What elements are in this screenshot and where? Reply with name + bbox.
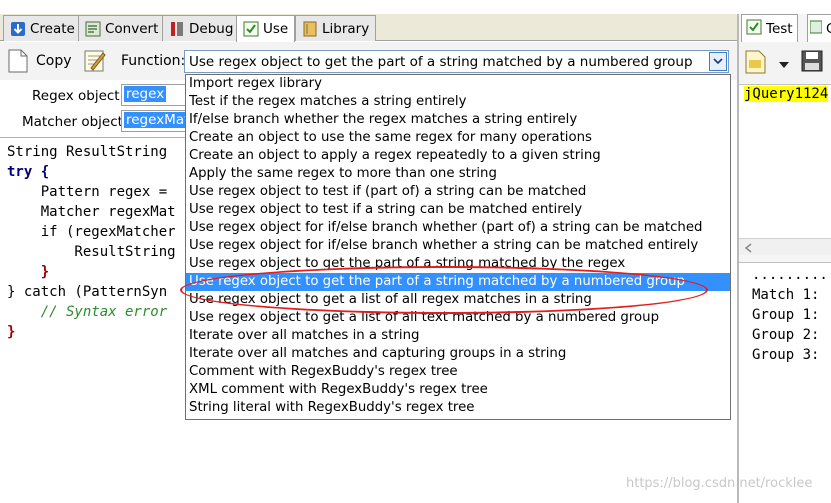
results-area: .......... Match 1: Group 1: Group 2: Gr…: [739, 262, 831, 503]
group-1-label: Group 1:: [752, 307, 820, 323]
group-3-label: Group 3:: [752, 347, 820, 363]
function-dropdown-list: Import regex library Test if the regex m…: [185, 74, 731, 420]
use-icon: [243, 21, 259, 37]
dropdown-option[interactable]: Iterate over all matches in a string: [186, 327, 730, 345]
tab-grep[interactable]: G: [807, 14, 831, 42]
function-label: Function:: [121, 53, 186, 69]
code-line: if (regexMatcher: [7, 224, 176, 240]
dropdown-option[interactable]: Use regex object to get the part of a st…: [186, 255, 730, 273]
dropdown-option[interactable]: Use regex object to test if (part of) a …: [186, 183, 730, 201]
regex-object-value: regex: [124, 86, 167, 102]
code-line: } catch (PatternSyn: [7, 284, 168, 300]
dropdown-option-selected[interactable]: Use regex object to get the part of a st…: [186, 273, 730, 291]
dropdown-option[interactable]: XML comment with RegexBuddy's regex tree: [186, 381, 730, 399]
match-1-label: Match 1:: [752, 287, 820, 303]
convert-icon: [85, 21, 101, 37]
code-line: String ResultString: [7, 144, 168, 160]
matcher-object-label: Matcher object: [22, 114, 123, 130]
save-icon[interactable]: [801, 50, 823, 76]
regex-object-field[interactable]: regex: [121, 84, 187, 106]
code-line: }: [7, 264, 50, 280]
horizontal-scrollbar[interactable]: [739, 238, 831, 255]
dropdown-option[interactable]: Create an object to apply a regex repeat…: [186, 147, 730, 165]
matcher-object-value: regexMat: [124, 112, 186, 128]
test-subject-area[interactable]: jQuery1124: [739, 84, 831, 238]
results-dots: ..........: [752, 267, 831, 283]
open-file-icon[interactable]: [745, 50, 767, 78]
dropdown-option[interactable]: Comment with RegexBuddy's regex tree: [186, 363, 730, 381]
matcher-object-field[interactable]: regexMat: [121, 110, 187, 132]
debug-icon: [169, 21, 185, 37]
copy-button[interactable]: Copy: [36, 53, 72, 69]
tab-debug[interactable]: Debug: [162, 15, 241, 41]
grep-icon: [809, 20, 823, 38]
test-subject-text: jQuery1124: [744, 86, 829, 102]
chevron-down-icon[interactable]: [779, 58, 789, 73]
tab-strip: Create Convert Debug Use Library: [0, 14, 737, 42]
tab-library[interactable]: Library: [295, 15, 377, 41]
tab-create[interactable]: Create: [3, 15, 82, 41]
code-line: Pattern regex =: [7, 184, 168, 200]
library-icon: [302, 21, 318, 37]
function-select[interactable]: Use regex object to get the part of a st…: [184, 50, 729, 73]
create-icon: [10, 21, 26, 37]
dropdown-option[interactable]: Use regex object for if/else branch whet…: [186, 219, 730, 237]
tab-test[interactable]: Test: [741, 14, 798, 42]
dropdown-option[interactable]: Apply the same regex to more than one st…: [186, 165, 730, 183]
code-line: Matcher regexMat: [7, 204, 176, 220]
group-2-label: Group 2:: [752, 327, 820, 343]
dropdown-option[interactable]: Use regex object for if/else branch whet…: [186, 237, 730, 255]
notepad-icon[interactable]: [83, 49, 107, 77]
tab-use[interactable]: Use: [236, 15, 296, 42]
dropdown-option[interactable]: Create an object to use the same regex f…: [186, 129, 730, 147]
function-select-value: Use regex object to get the part of a st…: [189, 53, 693, 70]
right-panel: Test G jQuery1124 .......... Match 1: Gr…: [737, 14, 831, 503]
scroll-left-icon[interactable]: [744, 242, 752, 257]
dropdown-option[interactable]: Test if the regex matches a string entir…: [186, 93, 730, 111]
copy-icon[interactable]: [8, 49, 28, 77]
tab-convert[interactable]: Convert: [78, 15, 166, 41]
dropdown-option[interactable]: Import regex library: [186, 75, 730, 93]
dropdown-option[interactable]: Use regex object to get a list of all te…: [186, 309, 730, 327]
dropdown-option[interactable]: String literal with RegexBuddy's regex t…: [186, 399, 730, 417]
watermark: https://blog.csdn.net/rocklee: [626, 476, 813, 491]
dropdown-option[interactable]: Iterate over all matches and capturing g…: [186, 345, 730, 363]
dropdown-option[interactable]: If/else branch whether the regex matches…: [186, 111, 730, 129]
code-line: ResultString: [7, 244, 176, 260]
code-line: // Syntax error: [7, 304, 168, 320]
test-icon: [746, 19, 762, 39]
dropdown-option[interactable]: Use regex object to test if a string can…: [186, 201, 730, 219]
code-editor[interactable]: String ResultString try { Pattern regex …: [0, 137, 190, 503]
dropdown-option[interactable]: Use regex object to get a list of all re…: [186, 291, 730, 309]
chevron-down-icon[interactable]: [709, 52, 727, 71]
code-line: try {: [7, 164, 50, 180]
code-line: }: [7, 324, 16, 340]
regex-object-label: Regex object: [32, 88, 120, 104]
